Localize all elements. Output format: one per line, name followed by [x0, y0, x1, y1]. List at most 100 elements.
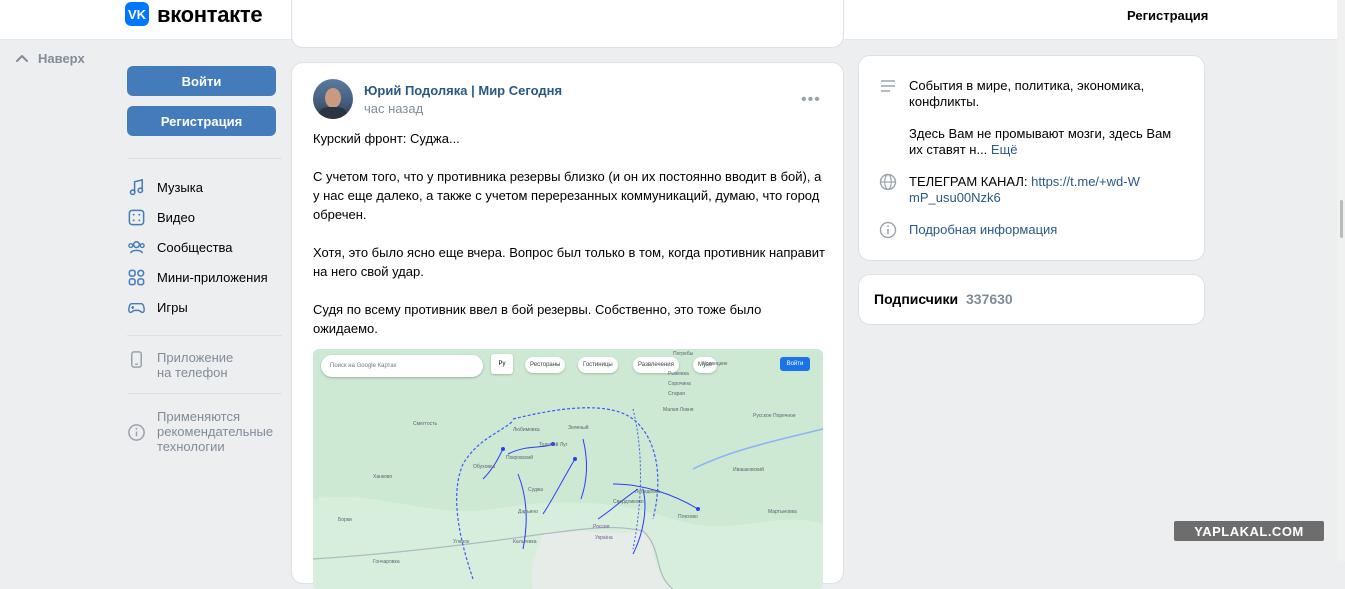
- video-icon: [128, 209, 145, 226]
- post-author-link[interactable]: Юрий Подоляка | Мир Сегодня: [364, 83, 562, 98]
- sidebar-item-music[interactable]: Музыка: [127, 178, 203, 197]
- recommend-line: Применяются: [157, 409, 241, 424]
- map-place-label: Свердликово: [613, 499, 644, 505]
- info-icon: [879, 221, 897, 239]
- info-icon: [128, 424, 145, 441]
- post-paragraph: С учетом того, что у противника резервы …: [313, 169, 822, 222]
- sidebar-item-mini-apps[interactable]: Мини-приложения: [127, 268, 268, 287]
- map-place-label: Плехово: [678, 514, 698, 520]
- map-place-label: Смегтость: [413, 421, 438, 427]
- map-search-placeholder: Поиск на Google Картах: [330, 363, 397, 369]
- recommendation-notice[interactable]: Применяются рекомендательные технологии: [127, 409, 273, 454]
- back-to-top-link[interactable]: Наверх: [14, 50, 85, 66]
- map-place-label: Дарьино: [518, 509, 538, 515]
- telegram-label: ТЕЛЕГРАМ КАНАЛ:: [909, 174, 1028, 189]
- map-place-label: Малая Локня: [663, 407, 694, 413]
- map-language-select[interactable]: Ру: [491, 354, 513, 374]
- chevron-up-icon: [16, 55, 28, 62]
- back-to-top-label: Наверх: [38, 50, 85, 66]
- register-button[interactable]: Регистрация: [127, 106, 276, 136]
- map-place-label: Русское Поречное: [753, 413, 796, 419]
- recommend-line: технологии: [157, 439, 225, 454]
- map-chip-hotels[interactable]: Гостиницы: [578, 357, 618, 373]
- subscribers-label: Подписчики: [874, 291, 959, 307]
- map-place-label: Погребы: [673, 351, 694, 357]
- sidebar-item-video[interactable]: Видео: [127, 208, 195, 227]
- app-promo-line: Приложение: [157, 350, 234, 365]
- app-promo-line: на телефон: [157, 365, 228, 380]
- more-options-icon[interactable]: •••: [801, 91, 821, 109]
- mini-apps-icon: [128, 269, 145, 286]
- sidebar-item-label: Сообщества: [157, 240, 233, 255]
- vk-logo-icon[interactable]: VK: [125, 2, 149, 26]
- details-row[interactable]: Подробная информация: [879, 221, 1057, 239]
- map-place-label: Лебедевка: [635, 489, 660, 495]
- post-map-image[interactable]: Поиск на Google Картах Ру Рестораны Гост…: [313, 349, 823, 589]
- post-card: Юрий Подоляка | Мир Сегодня час назад ••…: [291, 62, 844, 589]
- subscribers-count: 337630: [966, 291, 1013, 307]
- avatar-body: [318, 107, 348, 119]
- map-country-label: Україна: [595, 535, 613, 541]
- previous-post-card: [291, 0, 844, 48]
- sidebar-item-label: Мини-приложения: [157, 270, 268, 285]
- communities-icon: [128, 241, 145, 254]
- map-search-box[interactable]: Поиск на Google Картах: [321, 355, 483, 377]
- post-paragraph: Судя по всему противник ввел в бой резер…: [313, 302, 762, 336]
- post-time[interactable]: час назад: [364, 101, 423, 116]
- telegram-row: ТЕЛЕГРАМ КАНАЛ: https://t.me/+wd-WmP_usu…: [879, 173, 1149, 206]
- watermark: YAPLAKAL.COM: [1174, 521, 1324, 541]
- map-place-label: Рыжевка: [668, 371, 689, 377]
- map-login-button[interactable]: Войти: [780, 357, 810, 371]
- recommend-line: рекомендательные: [157, 424, 274, 439]
- sidebar-item-label: Видео: [157, 210, 195, 225]
- music-icon: [129, 178, 144, 196]
- map-place-label: Уланок: [453, 539, 470, 545]
- map-place-label: Мартыновка: [768, 509, 797, 515]
- map-chip-restaurants[interactable]: Рестораны: [525, 357, 566, 373]
- description-line: их ставят н...: [909, 142, 988, 157]
- divider: [127, 393, 282, 394]
- map-place-label: Сорочина: [668, 381, 691, 387]
- map-place-label: Гончаровка: [373, 559, 400, 565]
- globe-icon: [879, 173, 897, 191]
- logo-text[interactable]: вконтакте: [157, 2, 263, 28]
- sidebar-item-communities[interactable]: Сообщества: [127, 238, 233, 257]
- description-line: Здесь Вам не промывают мозги, здесь Вам: [909, 126, 1172, 141]
- map-place-label: Покровский: [506, 455, 533, 461]
- post-paragraph: Курский фронт: Суджа...: [313, 131, 460, 146]
- author-avatar[interactable]: [313, 79, 353, 119]
- divider: [127, 158, 282, 159]
- show-more-link[interactable]: Ещё: [991, 142, 1018, 157]
- sidebar-item-label: Музыка: [157, 180, 203, 195]
- mobile-app-promo[interactable]: Приложение на телефон: [127, 350, 233, 380]
- map-place-label: Старая: [668, 391, 685, 397]
- top-register-link[interactable]: Регистрация: [1127, 8, 1208, 23]
- map-place-label: Кальтевка: [513, 539, 537, 545]
- map-place-label: Ивашковский: [733, 467, 764, 473]
- description-line: конфликты.: [909, 94, 980, 109]
- login-button[interactable]: Войти: [127, 66, 276, 96]
- divider: [127, 335, 282, 336]
- description-line: События в мире, политика, экономика,: [909, 78, 1145, 93]
- sidebar-item-games[interactable]: Игры: [127, 298, 188, 317]
- scrollbar-thumb[interactable]: [1340, 200, 1343, 238]
- map-place-label: Суджа: [528, 487, 543, 493]
- map-place-label: Зеленый: [568, 425, 589, 431]
- map-place-label: Толстый Луг: [539, 442, 568, 448]
- scrollbar[interactable]: [1337, 0, 1345, 561]
- map-place-label: Кривицкие: [703, 361, 728, 367]
- post-text: Курский фронт: Суджа... С учетом того, ч…: [313, 129, 828, 357]
- map-place-label: Обуховка: [473, 464, 496, 470]
- map-country-label: Россия: [593, 524, 610, 530]
- smartphone-icon: [130, 351, 143, 368]
- description-row: События в мире, политика, экономика, кон…: [879, 78, 1171, 158]
- community-info-card: События в мире, политика, экономика, кон…: [858, 55, 1205, 261]
- subscribers-card[interactable]: Подписчики 337630: [858, 274, 1205, 325]
- details-link[interactable]: Подробная информация: [909, 222, 1057, 239]
- post-paragraph: Хотя, это было ясно еще вчера. Вопрос бы…: [313, 245, 825, 279]
- map-place-label: Ханково: [373, 474, 393, 480]
- map-place-label: Любимовка: [513, 427, 540, 433]
- avatar-face: [325, 88, 341, 108]
- sidebar-item-label: Игры: [157, 300, 188, 315]
- text-lines-icon: [881, 80, 895, 92]
